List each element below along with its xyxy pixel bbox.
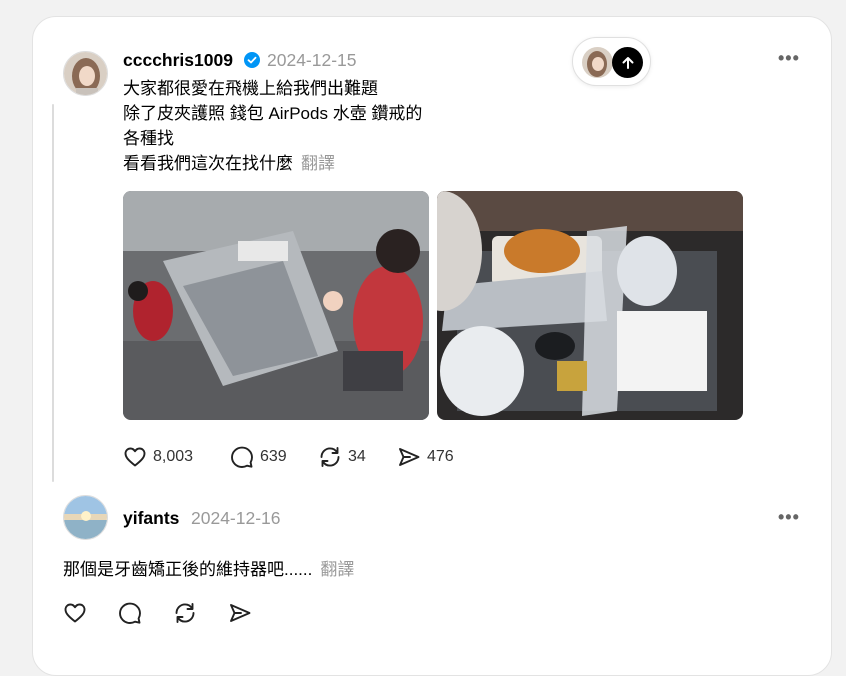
comment-button[interactable]: 639 (230, 445, 287, 469)
post-text-line: 看看我們這次在找什麼 翻譯 (123, 151, 422, 176)
verified-badge-icon (244, 52, 260, 68)
repost-icon (320, 447, 340, 467)
comment-icon (231, 446, 253, 468)
reply-comment-button[interactable] (118, 601, 142, 625)
reply-text: 那個是牙齒矯正後的維持器吧...... 翻譯 (63, 557, 354, 582)
reply-text-content: 那個是牙齒矯正後的維持器吧...... (63, 560, 313, 579)
repost-count: 34 (348, 448, 366, 465)
mini-avatar (582, 47, 613, 78)
share-count: 476 (427, 448, 454, 465)
comment-count: 639 (260, 448, 287, 465)
post-text-line: 各種找 (123, 129, 174, 148)
reply-username[interactable]: yifants (123, 508, 179, 529)
post-more-options-icon[interactable]: ••• (778, 48, 800, 69)
translate-link[interactable]: 翻譯 (301, 154, 335, 173)
send-icon (399, 448, 420, 466)
comment-icon (119, 602, 141, 624)
thread-line (52, 104, 54, 482)
reply-repost-button[interactable] (173, 601, 197, 625)
author-username[interactable]: cccchris1009 (123, 50, 233, 71)
heart-icon (64, 603, 86, 623)
reply-timestamp[interactable]: 2024-12-16 (191, 508, 281, 529)
reply-more-options-icon[interactable]: ••• (778, 507, 800, 528)
post-text: 大家都很愛在飛機上給我們出難題 除了皮夾護照 錢包 AirPods 水壺 鑽戒的… (123, 76, 422, 176)
post-text-line: 大家都很愛在飛機上給我們出難題 (123, 79, 378, 98)
post-text-line-content: 看看我們這次在找什麼 (123, 154, 293, 173)
repost-button[interactable]: 34 (318, 445, 366, 469)
like-button[interactable]: 8,003 (123, 445, 193, 469)
share-button[interactable]: 476 (397, 445, 454, 469)
send-icon (230, 604, 251, 622)
post-timestamp[interactable]: 2024-12-15 (267, 50, 357, 71)
reply-like-button[interactable] (63, 601, 87, 625)
reply-translate-link[interactable]: 翻譯 (320, 560, 354, 579)
post-text-line: 除了皮夾護照 錢包 AirPods 水壺 鑽戒的 (123, 104, 423, 123)
post-photo-1[interactable] (123, 191, 429, 420)
reply-share-button[interactable] (228, 601, 252, 625)
reply-avatar[interactable] (63, 495, 108, 540)
arrow-up-icon[interactable] (612, 47, 643, 78)
author-avatar[interactable] (63, 51, 108, 96)
heart-icon (124, 447, 146, 467)
like-count: 8,003 (153, 448, 194, 465)
scroll-to-top-pill[interactable] (572, 37, 651, 86)
post-photo-2[interactable] (437, 191, 743, 420)
repost-icon (175, 603, 195, 623)
